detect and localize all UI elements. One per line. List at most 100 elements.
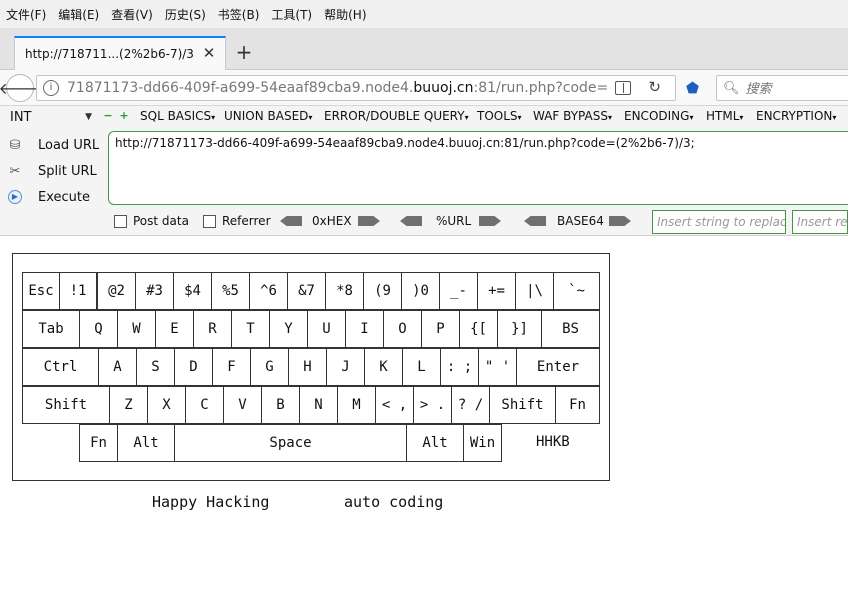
menu-history[interactable]: 历史(S)	[165, 6, 206, 23]
tab-strip: http://718711...(2%2b6-7)/3; ✕ +	[0, 28, 848, 70]
menu-view[interactable]: 查看(V)	[111, 6, 153, 23]
menu-encoding[interactable]: ENCODING▾	[624, 109, 693, 123]
hackbar-panel: INT ▼ − + SQL BASICS▾ UNION BASED▾ ERROR…	[0, 106, 848, 236]
key: Enter	[516, 348, 600, 386]
url-suffix: :81/run.php?code=(2%2b6-7)/3;	[473, 80, 608, 96]
plus-icon: +	[235, 40, 253, 64]
key: C	[185, 386, 224, 424]
reader-view-icon[interactable]	[615, 81, 631, 95]
caret-icon: ▾	[517, 113, 522, 122]
key: T	[231, 310, 270, 348]
new-tab-button[interactable]: +	[232, 40, 256, 64]
browser-tab[interactable]: http://718711...(2%2b6-7)/3; ✕	[14, 36, 226, 70]
key: Ctrl	[22, 348, 99, 386]
base64-label: BASE64	[557, 214, 604, 228]
happy-hacking-text: Happy Hacking	[152, 493, 270, 511]
key: Alt	[117, 424, 175, 462]
play-icon: ▶	[6, 188, 24, 206]
info-icon[interactable]: i	[43, 80, 59, 96]
menu-label: TOOLS	[477, 109, 518, 123]
key: $4	[173, 272, 212, 310]
plus-icon[interactable]: +	[119, 110, 129, 121]
hex-encode-arrow-icon[interactable]	[358, 216, 380, 226]
execute-label: Execute	[38, 189, 90, 205]
key: " '	[478, 348, 517, 386]
caret-icon: ▾	[832, 113, 837, 122]
load-url-button[interactable]: ⛁ Load URL	[6, 132, 106, 158]
key: BS	[541, 310, 600, 348]
menu-help[interactable]: 帮助(H)	[324, 6, 366, 23]
caret-icon: ▾	[211, 113, 216, 122]
key: %5	[211, 272, 250, 310]
key: _-	[439, 272, 478, 310]
menu-label: SQL BASICS	[140, 109, 212, 123]
key: Q	[79, 310, 118, 348]
key: I	[345, 310, 384, 348]
menu-union-based[interactable]: UNION BASED▾	[224, 109, 312, 123]
url-encode-arrow-icon[interactable]	[479, 216, 501, 226]
key: `~	[553, 272, 600, 310]
key: N	[299, 386, 338, 424]
caret-icon: ▾	[308, 113, 313, 122]
post-data-checkbox[interactable]	[114, 215, 127, 228]
execute-button[interactable]: ▶ Execute	[6, 184, 106, 210]
menu-error-double-query[interactable]: ERROR/DOUBLE QUERY▾	[324, 109, 469, 123]
menu-encryption[interactable]: ENCRYPTION▾	[756, 109, 836, 123]
load-url-icon: ⛁	[9, 137, 21, 153]
base64-decode-arrow-icon[interactable]	[524, 216, 546, 226]
split-url-button[interactable]: ✂ Split URL	[6, 158, 106, 184]
key: S	[136, 348, 175, 386]
int-select[interactable]: INT ▼	[6, 108, 96, 126]
menu-tools[interactable]: TOOLS▾	[477, 109, 522, 123]
base64-encode-arrow-icon[interactable]	[609, 216, 631, 226]
key: U	[307, 310, 346, 348]
caret-icon: ▾	[464, 113, 469, 122]
key: *8	[325, 272, 364, 310]
split-url-label: Split URL	[38, 163, 97, 179]
menu-tools[interactable]: 工具(T)	[271, 6, 312, 23]
menu-sql-basics[interactable]: SQL BASICS▾	[140, 109, 215, 123]
url-bar[interactable]: i 71871173-dd66-409f-a699-54eaaf89cba9.n…	[36, 75, 676, 101]
close-icon[interactable]: ✕	[201, 45, 217, 61]
search-input[interactable]	[745, 80, 846, 96]
menu-file[interactable]: 文件(F)	[6, 6, 46, 23]
caret-icon: ▾	[689, 113, 694, 122]
scissors-icon: ✂	[9, 163, 21, 179]
key: R	[193, 310, 232, 348]
menu-edit[interactable]: 编辑(E)	[58, 6, 99, 23]
key: !1	[59, 272, 97, 310]
key: J	[326, 348, 365, 386]
key: Z	[109, 386, 148, 424]
key: P	[421, 310, 460, 348]
hackbar-actions: ⛁ Load URL ✂ Split URL ▶ Execute	[6, 132, 106, 210]
url-text[interactable]: 71871173-dd66-409f-a699-54eaaf89cba9.nod…	[67, 80, 607, 96]
key: {[	[459, 310, 498, 348]
key: V	[223, 386, 262, 424]
search-box[interactable]: 🔍︎	[716, 75, 848, 101]
tab-title: http://718711...(2%2b6-7)/3;	[25, 47, 195, 61]
replacing-string-input[interactable]: Insert replacing string	[792, 210, 848, 234]
auto-coding-text: auto coding	[344, 493, 444, 511]
key: E	[155, 310, 194, 348]
hackbar-url-textarea[interactable]: http://71871173-dd66-409f-a699-54eaaf89c…	[108, 131, 848, 205]
minus-icon[interactable]: −	[103, 110, 113, 121]
key: Fn	[79, 424, 118, 462]
extension-icon[interactable]: ⬟	[686, 79, 704, 97]
hex-decode-arrow-icon[interactable]	[280, 216, 302, 226]
hackbar-options: Post data Referrer 0xHEX %URL BASE64 Ins…	[0, 208, 848, 234]
menu-html[interactable]: HTML▾	[706, 109, 743, 123]
menu-waf-bypass[interactable]: WAF BYPASS▾	[533, 109, 612, 123]
menu-label: ENCODING	[624, 109, 690, 123]
menu-bookmarks[interactable]: 书签(B)	[218, 6, 260, 23]
key: Shift	[489, 386, 556, 424]
key: ? /	[451, 386, 490, 424]
reload-icon[interactable]: ↻	[648, 78, 661, 96]
hex-label: 0xHEX	[312, 214, 352, 228]
key: F	[212, 348, 251, 386]
back-button[interactable]: 🡐	[0, 74, 41, 102]
key: &7	[287, 272, 326, 310]
key: Y	[269, 310, 308, 348]
url-decode-arrow-icon[interactable]	[400, 216, 422, 226]
referrer-checkbox[interactable]	[203, 215, 216, 228]
replace-string-input[interactable]: Insert string to replace	[652, 210, 786, 234]
